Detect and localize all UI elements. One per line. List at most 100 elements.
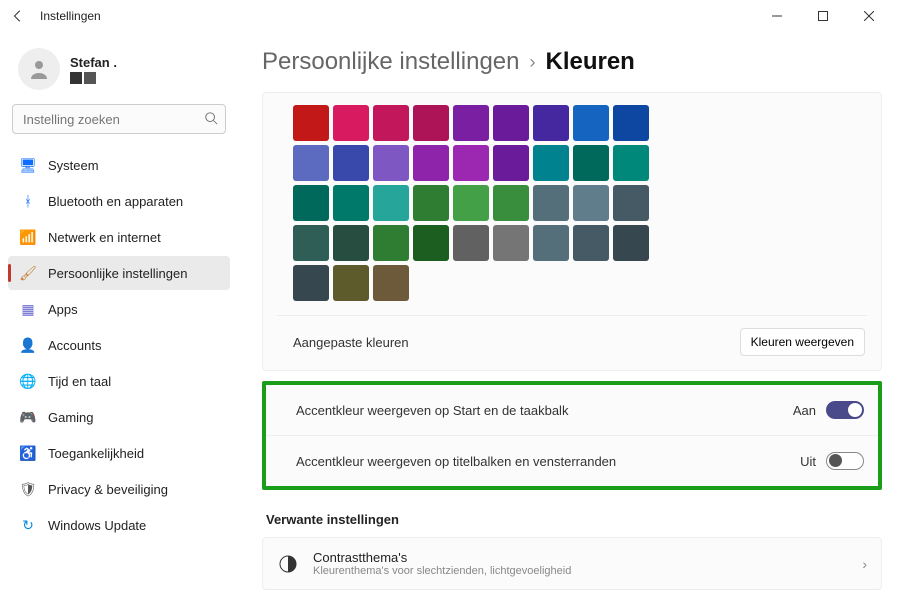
nav-icon: 🎮 [20, 409, 36, 425]
content: Stefan . 🖥 Systeem ᚼBluetooth en apparaten… [0, 32, 900, 614]
color-swatch[interactable] [333, 145, 369, 181]
custom-colors-label: Aangepaste kleuren [293, 335, 409, 350]
page-title: Kleuren [545, 48, 634, 76]
sidebar-item-accounts[interactable]: 👤Accounts [8, 328, 230, 362]
color-swatch[interactable] [573, 225, 609, 261]
swatch-row [293, 265, 867, 301]
minimize-icon [772, 11, 782, 21]
settings-window: Instellingen Stefan . [0, 0, 900, 614]
color-swatch[interactable] [413, 225, 449, 261]
color-swatch[interactable] [413, 185, 449, 221]
color-swatch[interactable] [333, 265, 369, 301]
sidebar-item-systeem[interactable]: 🖥 Systeem [8, 148, 230, 182]
color-swatch[interactable] [373, 145, 409, 181]
toggle[interactable] [826, 401, 864, 419]
sidebar-item-bluetooth-en-apparaten[interactable]: ᚼBluetooth en apparaten [8, 184, 230, 218]
color-swatch[interactable] [493, 185, 529, 221]
search-input[interactable] [12, 104, 226, 134]
user-accent-tiles [70, 72, 117, 84]
color-swatch[interactable] [493, 145, 529, 181]
sidebar-item-label: Gaming [48, 410, 94, 425]
back-button[interactable] [8, 6, 28, 26]
close-button[interactable] [846, 0, 892, 32]
color-swatch[interactable] [333, 105, 369, 141]
nav-icon: 🌐 [20, 373, 36, 389]
sidebar-item-gaming[interactable]: 🎮 Gaming [8, 400, 230, 434]
color-swatch[interactable] [533, 185, 569, 221]
color-swatch[interactable] [333, 225, 369, 261]
color-swatch[interactable] [613, 105, 649, 141]
sidebar-item-label: Privacy & beveiliging [48, 482, 168, 497]
breadcrumb-parent[interactable]: Persoonlijke instellingen [262, 48, 519, 76]
nav-icon: ↻ [20, 517, 36, 533]
color-swatch[interactable] [613, 225, 649, 261]
color-swatch[interactable] [333, 185, 369, 221]
nav-icon: ᚼ [20, 193, 36, 209]
titlebar: Instellingen [0, 0, 900, 32]
window-title: Instellingen [40, 9, 754, 23]
color-swatch[interactable] [453, 105, 489, 141]
sidebar-item-apps[interactable]: ▦Apps [8, 292, 230, 326]
accent-settings-group: Accentkleur weergeven op Start en de taa… [262, 381, 882, 490]
color-swatch[interactable] [453, 145, 489, 181]
color-swatch[interactable] [573, 185, 609, 221]
swatch-grid [277, 105, 867, 301]
close-icon [864, 11, 874, 21]
sidebar-item-persoonlijke-instellingen[interactable]: 🖌Persoonlijke instellingen [8, 256, 230, 290]
color-swatch[interactable] [293, 185, 329, 221]
user-info: Stefan . [70, 55, 117, 84]
color-swatch[interactable] [613, 185, 649, 221]
nav-icon: ♿ [20, 445, 36, 461]
toggle[interactable] [826, 452, 864, 470]
color-swatch[interactable] [533, 145, 569, 181]
setting-label: Accentkleur weergeven op Start en de taa… [296, 403, 568, 418]
color-swatch[interactable] [453, 185, 489, 221]
chevron-right-icon: › [862, 556, 867, 572]
color-swatch[interactable] [293, 225, 329, 261]
sidebar-item-label: Systeem [48, 158, 99, 173]
minimize-button[interactable] [754, 0, 800, 32]
toggle-wrap: Aan [793, 401, 864, 419]
color-swatch[interactable] [613, 145, 649, 181]
color-swatch[interactable] [493, 105, 529, 141]
color-swatch[interactable] [533, 105, 569, 141]
swatch-row [293, 145, 867, 181]
color-swatch[interactable] [493, 225, 529, 261]
accent-tile [70, 72, 82, 84]
color-swatch[interactable] [293, 265, 329, 301]
custom-colors-row: Aangepaste kleuren Kleuren weergeven [277, 315, 867, 358]
maximize-button[interactable] [800, 0, 846, 32]
color-swatch[interactable] [373, 185, 409, 221]
color-swatch[interactable] [373, 105, 409, 141]
color-swatch[interactable] [413, 105, 449, 141]
swatch-row [293, 225, 867, 261]
nav-icon: 📶 [20, 229, 36, 245]
sidebar-item-netwerk-en-internet[interactable]: 📶Netwerk en internet [8, 220, 230, 254]
sidebar-item-label: Tijd en taal [48, 374, 111, 389]
contrast-themes-card[interactable]: Contrastthema's Kleurenthema's voor slec… [262, 537, 882, 590]
color-swatch[interactable] [453, 225, 489, 261]
sidebar-item-windows-update[interactable]: ↻Windows Update [8, 508, 230, 542]
color-swatch[interactable] [573, 105, 609, 141]
color-swatch[interactable] [413, 145, 449, 181]
sidebar-item-label: Persoonlijke instellingen [48, 266, 187, 281]
setting-label: Accentkleur weergeven op titelbalken en … [296, 454, 616, 469]
nav-icon: 🖥 [20, 157, 36, 173]
swatch-row [293, 185, 867, 221]
view-colors-button[interactable]: Kleuren weergeven [740, 328, 865, 356]
sidebar: Stefan . 🖥 Systeem ᚼBluetooth en apparaten… [0, 32, 238, 614]
color-swatch[interactable] [293, 105, 329, 141]
sidebar-item-tijd-en-taal[interactable]: 🌐 Tijd en taal [8, 364, 230, 398]
sidebar-item-toegankelijkheid[interactable]: ♿Toegankelijkheid [8, 436, 230, 470]
maximize-icon [818, 11, 828, 21]
color-swatch[interactable] [373, 265, 409, 301]
user-block[interactable]: Stefan . [8, 42, 230, 104]
sidebar-item-label: Apps [48, 302, 78, 317]
color-swatch[interactable] [573, 145, 609, 181]
sidebar-item-privacy-beveiliging[interactable]: 🛡Privacy & beveiliging [8, 472, 230, 506]
color-swatch[interactable] [373, 225, 409, 261]
setting-row: Accentkleur weergeven op Start en de taa… [266, 385, 878, 436]
color-swatch[interactable] [533, 225, 569, 261]
color-swatch[interactable] [293, 145, 329, 181]
setting-row: Accentkleur weergeven op titelbalken en … [266, 436, 878, 486]
